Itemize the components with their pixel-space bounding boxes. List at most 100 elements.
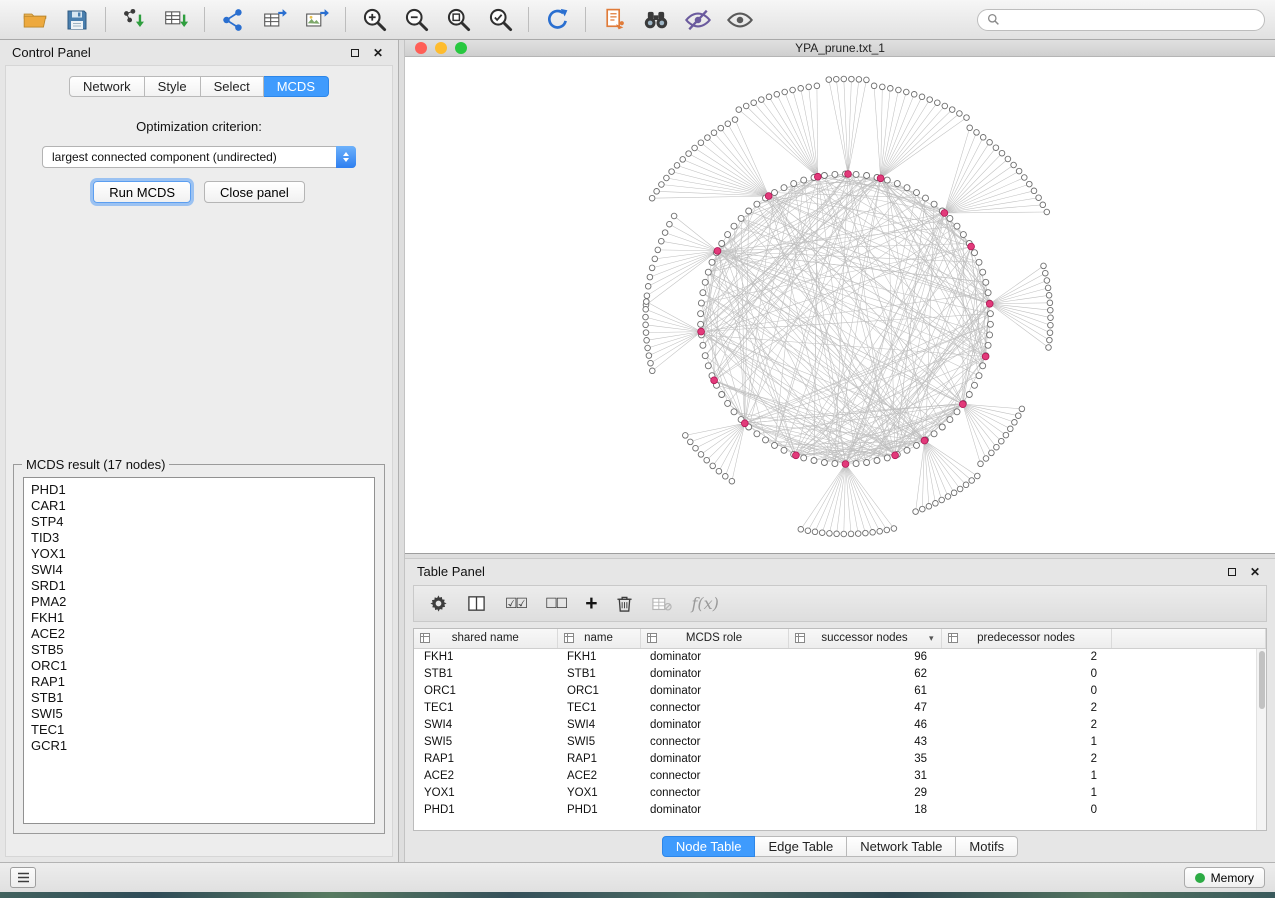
list-item[interactable]: ORC1 [31, 658, 374, 674]
list-item[interactable]: SWI4 [31, 562, 374, 578]
list-item[interactable]: ACE2 [31, 626, 374, 642]
import-network-icon [121, 7, 147, 33]
table-row[interactable]: TEC1TEC1connector472 [414, 700, 1266, 717]
import-table-button[interactable] [159, 4, 193, 36]
tab-node-table[interactable]: Node Table [662, 836, 756, 857]
search-icon [987, 13, 1000, 26]
table-row[interactable]: SWI5SWI5connector431 [414, 734, 1266, 751]
table-row[interactable]: ACE2ACE2connector311 [414, 768, 1266, 785]
refresh-layout-button[interactable] [540, 4, 574, 36]
table-cell: YOX1 [414, 785, 557, 802]
list-item[interactable]: YOX1 [31, 546, 374, 562]
tab-select[interactable]: Select [201, 76, 264, 97]
close-window-icon[interactable] [415, 42, 427, 54]
table-cell: 2 [941, 700, 1111, 717]
list-item[interactable]: STB1 [31, 690, 374, 706]
table-row[interactable]: YOX1YOX1connector291 [414, 785, 1266, 802]
list-item[interactable]: FKH1 [31, 610, 374, 626]
scrollbar-thumb[interactable] [1259, 651, 1265, 709]
chevron-down-icon[interactable]: ▾ [929, 633, 934, 644]
list-item[interactable]: GCR1 [31, 738, 374, 754]
memory-button[interactable]: Memory [1184, 867, 1265, 888]
float-panel-icon[interactable] [1224, 568, 1240, 576]
list-item[interactable]: PHD1 [31, 482, 374, 498]
zoom-selected-button[interactable] [483, 4, 517, 36]
list-item[interactable]: SWI5 [31, 706, 374, 722]
table-row[interactable]: RAP1RAP1dominator352 [414, 751, 1266, 768]
mcds-result-list[interactable]: PHD1CAR1STP4TID3YOX1SWI4SRD1PMA2FKH1ACE2… [23, 477, 375, 824]
float-panel-icon[interactable] [347, 49, 363, 57]
zoom-out-button[interactable] [399, 4, 433, 36]
save-session-button[interactable] [60, 4, 94, 36]
mcds-tab-content: Network Style Select MCDS Optimization c… [5, 65, 393, 857]
toolbar-search[interactable] [977, 9, 1265, 31]
list-item[interactable]: TID3 [31, 530, 374, 546]
tab-motifs[interactable]: Motifs [956, 836, 1018, 857]
table-cell: 0 [941, 683, 1111, 700]
create-column-button[interactable]: + [585, 595, 597, 613]
share-document-icon [602, 7, 627, 32]
table-row[interactable]: SWI4SWI4dominator462 [414, 717, 1266, 734]
table-row[interactable]: FKH1FKH1dominator962 [414, 648, 1266, 666]
table-toolbar: ☑☑ ☐☐ + f(x) [413, 585, 1267, 622]
column-header-name[interactable]: name [557, 629, 640, 648]
zoom-in-button[interactable] [357, 4, 391, 36]
column-header-predecessor-nodes[interactable]: predecessor nodes [941, 629, 1111, 648]
minimize-window-icon[interactable] [435, 42, 447, 54]
tab-style[interactable]: Style [145, 76, 201, 97]
table-scrollbar[interactable] [1256, 649, 1266, 830]
export-network-button[interactable] [216, 4, 250, 36]
column-header-mcds-role[interactable]: MCDS role [640, 629, 788, 648]
table-row[interactable]: STB1STB1dominator620 [414, 666, 1266, 683]
criterion-select[interactable]: largest connected component (undirected) [42, 146, 356, 168]
maximize-window-icon[interactable] [455, 42, 467, 54]
tab-network-table[interactable]: Network Table [847, 836, 956, 857]
close-panel-button[interactable]: Close panel [204, 181, 305, 203]
table-row[interactable]: ORC1ORC1dominator610 [414, 683, 1266, 700]
export-table-button[interactable] [258, 4, 292, 36]
search-input[interactable] [1006, 13, 1255, 27]
automation-panel-button[interactable] [10, 867, 36, 888]
run-mcds-button[interactable]: Run MCDS [93, 181, 191, 203]
memory-label: Memory [1211, 871, 1254, 885]
unselect-all-columns-button[interactable]: ☐☐ [545, 595, 566, 612]
save-icon [65, 8, 89, 32]
node-table[interactable]: shared name name MCDS role successor nod… [413, 628, 1267, 831]
table-settings-button[interactable] [429, 594, 448, 613]
main-toolbar [0, 0, 1275, 40]
list-item[interactable]: CAR1 [31, 498, 374, 514]
table-cell: 18 [788, 802, 941, 819]
zoom-fit-button[interactable] [441, 4, 475, 36]
table-row[interactable]: PHD1PHD1dominator180 [414, 802, 1266, 819]
search-network-button[interactable] [639, 4, 673, 36]
list-item[interactable]: PMA2 [31, 594, 374, 610]
import-network-button[interactable] [117, 4, 151, 36]
table-cell: YOX1 [557, 785, 640, 802]
network-window: YPA_prune.txt_1 [405, 40, 1275, 554]
control-panel: Control Panel ✕ Network Style Select MCD… [0, 40, 399, 862]
network-view[interactable] [405, 57, 1275, 553]
close-panel-icon[interactable]: ✕ [1247, 565, 1263, 579]
show-columns-button[interactable] [467, 594, 486, 613]
tab-edge-table[interactable]: Edge Table [755, 836, 847, 857]
list-item[interactable]: STP4 [31, 514, 374, 530]
share-document-button[interactable] [597, 4, 631, 36]
list-item[interactable]: SRD1 [31, 578, 374, 594]
tab-mcds[interactable]: MCDS [264, 76, 329, 97]
close-panel-icon[interactable]: ✕ [370, 46, 386, 60]
hide-details-button[interactable] [681, 4, 715, 36]
list-item[interactable]: STB5 [31, 642, 374, 658]
open-file-button[interactable] [18, 4, 52, 36]
list-item[interactable]: RAP1 [31, 674, 374, 690]
export-image-button[interactable] [300, 4, 334, 36]
column-header-successor-nodes[interactable]: successor nodes▾ [788, 629, 941, 648]
list-item[interactable]: TEC1 [31, 722, 374, 738]
column-type-icon [647, 633, 657, 643]
delete-column-button[interactable] [616, 594, 633, 613]
table-panel: Table Panel ✕ ☑☑ ☐☐ + [405, 559, 1275, 862]
select-all-columns-button[interactable]: ☑☑ [505, 595, 526, 612]
tab-network[interactable]: Network [69, 76, 145, 97]
export-image-icon [304, 7, 330, 33]
show-details-button[interactable] [723, 4, 757, 36]
column-header-shared-name[interactable]: shared name [414, 629, 557, 648]
